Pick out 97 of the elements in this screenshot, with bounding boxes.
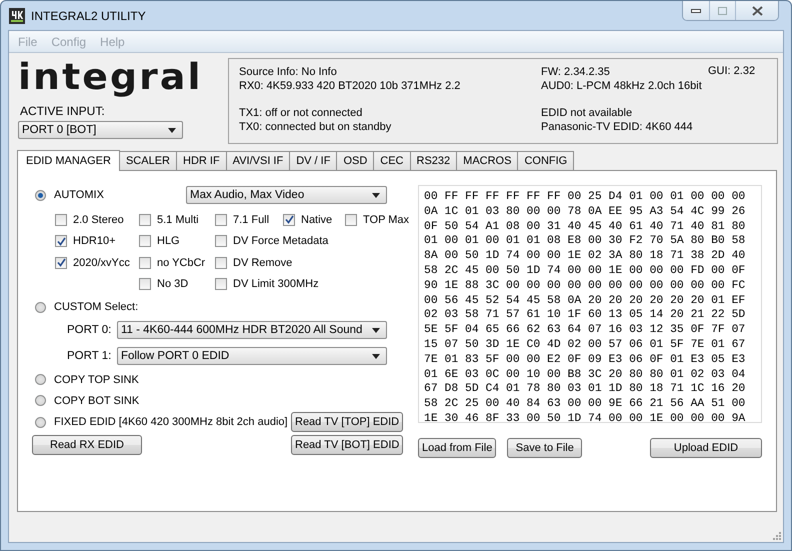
checkbox-label: DV Force Metadata <box>233 235 328 248</box>
checkbox-label: 5.1 Multi <box>157 214 199 226</box>
checkbox[interactable] <box>215 214 227 226</box>
hex-line: 0A 1C 01 03 80 00 00 78 0A EE 95 A3 54 4C 99 26 <box>424 204 746 220</box>
close-icon <box>752 6 762 16</box>
tab[interactable]: RS232 <box>410 151 458 170</box>
checkbox-label: 2020/xvYcc <box>73 256 130 269</box>
radio-label: AUTOMIX <box>54 189 104 201</box>
checkbox-label: TOP Max <box>363 214 410 226</box>
tab[interactable]: SCALER <box>118 151 177 170</box>
tab[interactable]: CONFIG <box>517 151 574 170</box>
hex-line: 00 FF FF FF FF FF FF 00 25 D4 01 00 01 00 00 00 <box>424 190 746 205</box>
port-dropdown[interactable]: 11 - 4K60-444 600MHz HDR BT2020 All Sound <box>117 321 387 339</box>
hex-line: 01 00 01 00 01 01 08 E8 00 30 F2 70 5A 80 B0 58 <box>424 234 746 250</box>
checkbox-label: No 3D <box>157 278 188 290</box>
tab[interactable]: EDID MANAGER <box>17 150 120 171</box>
save-file-button[interactable]: Save to File <box>507 438 582 458</box>
window-title: INTEGRAL2 UTILITY <box>31 8 147 22</box>
tab[interactable]: CEC <box>373 151 411 170</box>
checkbox[interactable] <box>215 235 227 248</box>
status-text: Panasonic-TV EDID: 4K60 444 <box>541 120 694 134</box>
status-text: AUD0: L-PCM 48kHz 2.0ch 16bit <box>541 79 703 93</box>
hex-line: 00 56 45 52 54 45 58 0A 20 20 20 20 20 20 01 EF <box>424 294 746 308</box>
tab[interactable]: OSD <box>336 151 374 170</box>
radio-button[interactable] <box>35 302 46 312</box>
checkbox-label: DV Limit 300MHz <box>233 278 319 290</box>
checkbox[interactable] <box>283 214 295 226</box>
gui-version: GUI: 2.32 <box>708 65 756 77</box>
hex-line: 58 2C 45 00 50 1D 74 00 00 1E 00 00 00 FD 00 0F <box>424 264 746 279</box>
active-input-dropdown[interactable]: PORT 0 [BOT] <box>18 121 183 139</box>
checkbox[interactable] <box>345 214 357 226</box>
hex-line: 5E 5F 04 65 66 62 63 64 07 16 03 12 35 0F 7F 07 <box>424 323 746 338</box>
hex-line: 0F 50 54 A1 08 00 31 40 45 40 61 40 71 40 81 80 <box>424 220 746 234</box>
caret-icon <box>372 192 380 198</box>
radio-button[interactable] <box>35 190 46 200</box>
maximize-icon <box>718 6 727 14</box>
port-dropdown[interactable]: Follow PORT 0 EDID <box>117 347 387 365</box>
checkbox[interactable] <box>55 235 67 248</box>
audio-video-dropdown[interactable]: Max Audio, Max Video <box>186 186 387 204</box>
hex-line: 8A 00 50 1D 74 00 00 1E 02 3A 80 18 71 38 2D 40 <box>424 249 746 264</box>
tab[interactable]: HDR IF <box>176 151 227 170</box>
checkbox-label: HDR10+ <box>73 235 116 248</box>
checkbox[interactable] <box>55 214 67 226</box>
checkbox-label: no YCbCr <box>157 256 206 269</box>
radio-button[interactable] <box>35 395 46 406</box>
active-input-label: ACTIVE INPUT: <box>20 104 106 118</box>
checkbox[interactable] <box>215 256 227 269</box>
radio-label: COPY BOT SINK <box>54 394 140 406</box>
status-text: RX0: 4K59.933 420 BT2020 10b 371MHz 2.2 <box>239 79 462 93</box>
checkbox[interactable] <box>215 278 227 290</box>
tab[interactable]: MACROS <box>456 151 518 170</box>
hex-line: 1E 30 46 8F 33 00 50 1D 74 00 00 1E 00 00 00 9A <box>424 412 746 427</box>
minimize-icon <box>691 8 701 12</box>
radio-button[interactable] <box>35 374 46 385</box>
checkbox[interactable] <box>139 214 151 226</box>
radio-label: FIXED EDID [4K60 420 300MHz 8bit 2ch audio] <box>54 416 288 428</box>
integral-logo: integral <box>18 58 203 98</box>
checkbox[interactable] <box>139 256 151 269</box>
tab[interactable]: AVI/VSI IF <box>226 151 290 170</box>
load-file-button[interactable]: Load from File <box>418 438 496 458</box>
read-tv-bot-button[interactable]: Read TV [BOT] EDID <box>291 435 403 455</box>
checkbox-label: HLG <box>157 235 180 248</box>
hex-line: 7E 01 83 5F 00 00 E2 0F 09 E3 06 0F 01 E3 05 E3 <box>424 352 746 368</box>
close-button[interactable] <box>735 1 778 20</box>
app-logo-icon <box>9 8 25 24</box>
port-label: PORT 1: <box>67 350 112 362</box>
checkbox-label: Native <box>301 214 332 226</box>
status-text: FW: 2.34.2.35 <box>541 65 611 79</box>
checkbox-label: 2.0 Stereo <box>73 214 124 226</box>
caret-icon <box>168 128 176 132</box>
caret-icon <box>372 328 380 332</box>
checkbox-label: 7.1 Full <box>233 214 270 226</box>
checkbox[interactable] <box>139 278 151 290</box>
hex-line: 15 07 50 3D 1E C0 4D 02 00 57 06 01 5F 7E 01 67 <box>424 338 746 353</box>
checkbox[interactable] <box>55 256 67 269</box>
hex-line: 58 2C 25 00 40 84 63 00 00 9E 66 21 56 AA 51 00 <box>424 397 746 412</box>
hex-line: 01 6E 03 0C 00 10 00 B8 3C 20 80 80 01 02 03 04 <box>424 368 746 382</box>
resize-grip-icon[interactable] <box>771 530 781 540</box>
radio-button[interactable] <box>35 416 46 428</box>
read-tv-top-button[interactable]: Read TV [TOP] EDID <box>291 412 403 432</box>
checkbox[interactable] <box>139 235 151 248</box>
caret-icon <box>372 354 380 358</box>
minimize-button[interactable] <box>683 1 709 20</box>
status-text: EDID not available <box>541 106 634 120</box>
port-label: PORT 0: <box>67 324 112 336</box>
checkbox-label: DV Remove <box>233 256 292 269</box>
status-text: TX1: off or not connected <box>239 106 364 120</box>
hex-line: 67 D8 5D C4 01 78 80 03 01 1D 80 18 71 1C 16 20 <box>424 382 746 398</box>
upload-edid-button[interactable]: Upload EDID <box>650 438 762 458</box>
status-text: TX0: connected but on standby <box>239 120 392 134</box>
read-rx-button[interactable]: Read RX EDID <box>32 435 142 455</box>
radio-label: COPY TOP SINK <box>54 374 139 386</box>
radio-label: CUSTOM Select: <box>54 301 138 313</box>
status-text: Source Info: No Info <box>239 65 338 79</box>
hex-line: 90 1E 88 3C 00 00 00 00 00 00 00 00 00 00 00 FC <box>424 278 746 294</box>
tab[interactable]: DV / IF <box>289 151 338 170</box>
hex-line: 02 03 58 71 57 61 10 1F 60 13 05 14 20 21 22 5D <box>424 308 746 324</box>
